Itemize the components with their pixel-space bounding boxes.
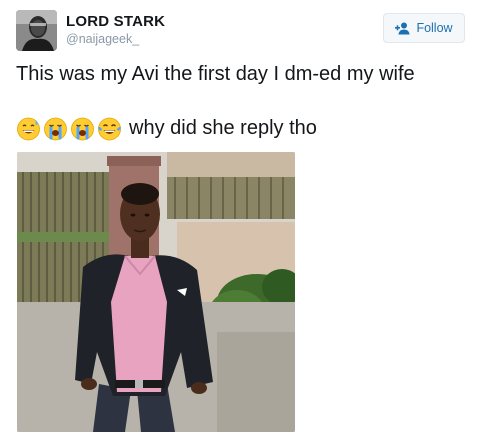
follow-button-label: Follow [416,21,453,35]
grinning-sweat-emoji [17,117,40,141]
loudly-crying-emoji [71,117,94,141]
tweet-text-line2: why did she reply tho [16,116,317,141]
follow-button[interactable]: Follow [383,13,465,43]
author-handle[interactable]: @naijageek_ [66,32,139,46]
tweet-text-line2-words: why did she reply tho [129,117,317,139]
author-name[interactable]: LORD STARK [66,13,165,30]
profile-avatar[interactable] [16,10,57,51]
tweet-photo[interactable] [17,152,295,432]
add-user-icon [395,22,410,34]
loudly-crying-emoji [44,117,67,141]
tears-of-joy-emoji [98,117,121,141]
tweet-text-line1: This was my Avi the first day I dm-ed my… [16,63,415,85]
